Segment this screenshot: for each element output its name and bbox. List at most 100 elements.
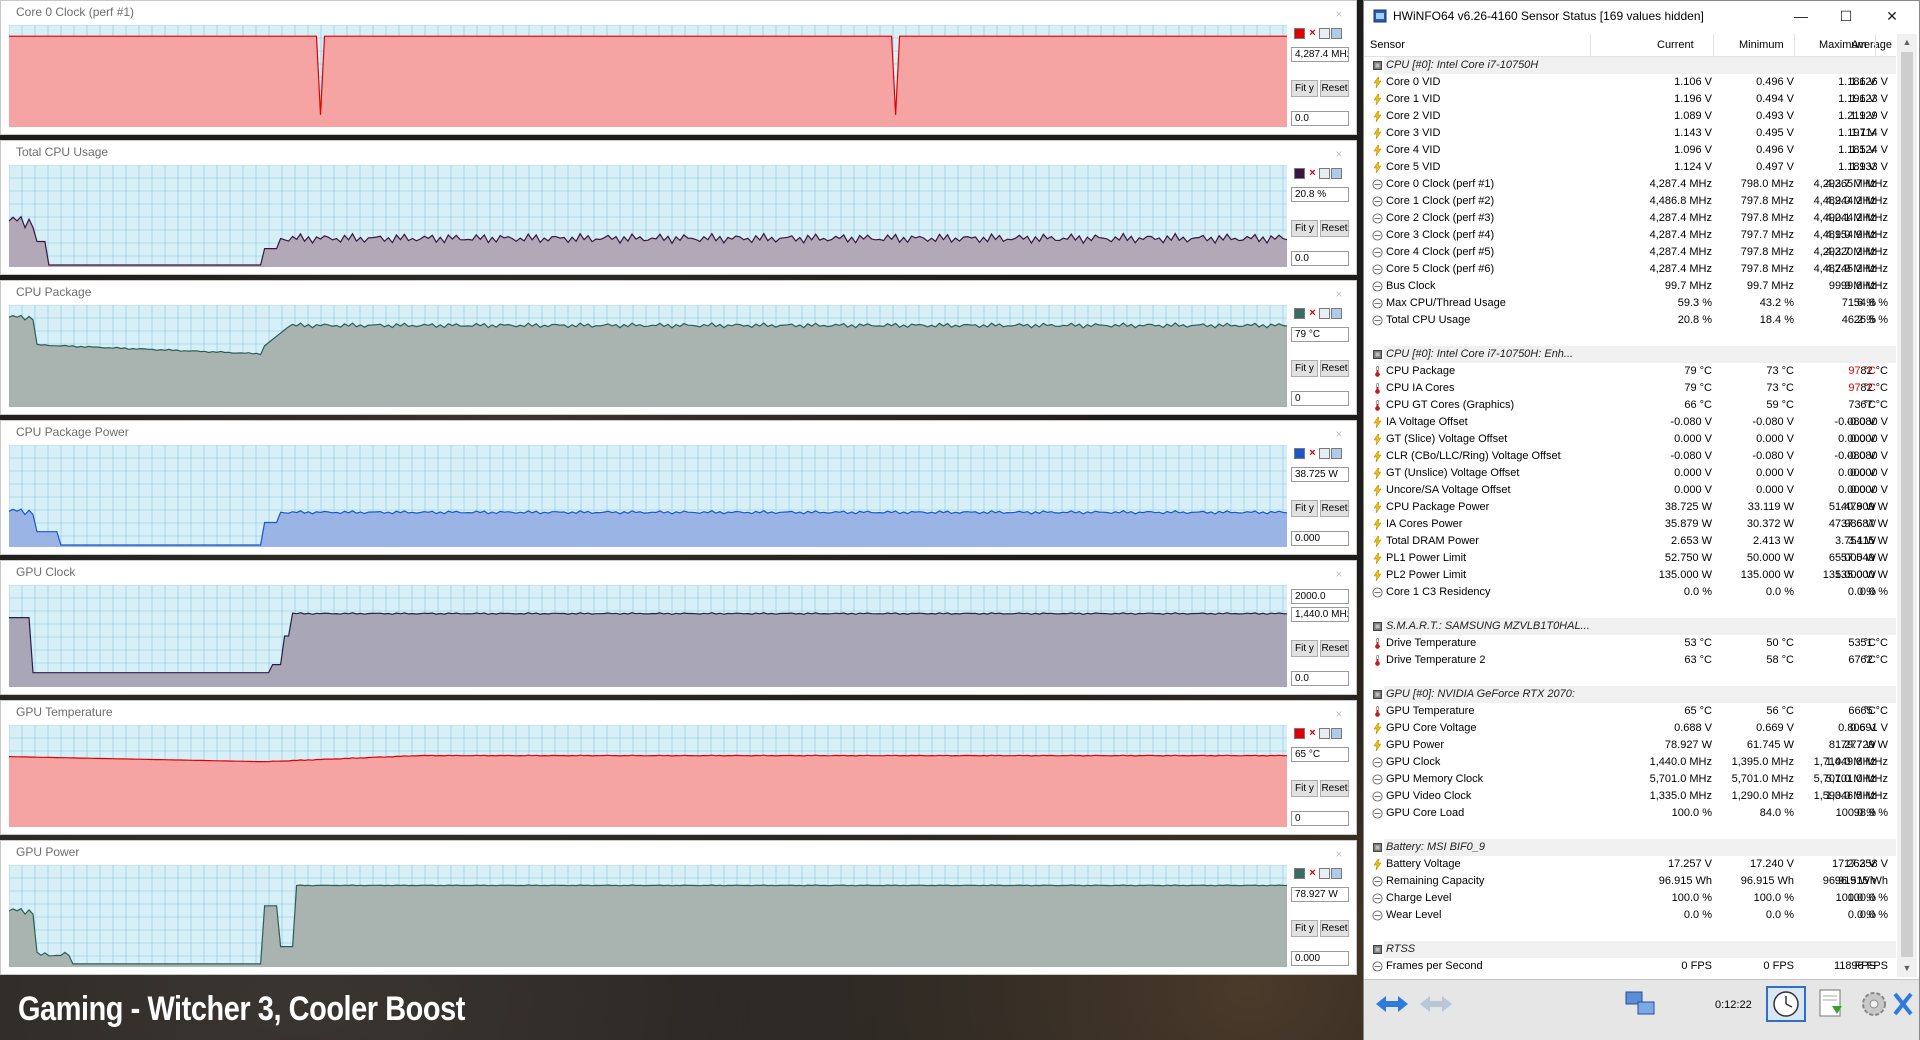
sensor-row[interactable]: Charge Level 100.0 % 100.0 % 100.0 % 100.0 % <box>1364 890 1896 907</box>
close-icon[interactable]: × <box>1332 7 1346 21</box>
graph-window[interactable]: GPU Power × × 78.927 W Fit y Reset 0.000 <box>0 840 1357 975</box>
navigate-arrows-icon[interactable] <box>1372 986 1412 1022</box>
remove-series-icon[interactable]: × <box>1307 308 1318 319</box>
col-minimum[interactable]: Minimum <box>1739 39 1784 51</box>
sensor-row[interactable]: GPU Memory Clock 5,701.0 MHz 5,701.0 MHz 5,… <box>1364 771 1896 788</box>
col-sensor[interactable]: Sensor <box>1370 39 1405 51</box>
min-value-field[interactable]: 0.0 <box>1291 251 1349 266</box>
scroll-up-arrow-icon[interactable]: ▲ <box>1897 34 1917 51</box>
sensor-row[interactable]: GT (Slice) Voltage Offset 0.000 V 0.000 V 0… <box>1364 431 1896 448</box>
background-color-swatch[interactable] <box>1319 448 1330 459</box>
grid-color-swatch[interactable] <box>1331 728 1342 739</box>
max-value-field[interactable]: 2000.0 <box>1291 589 1349 604</box>
sensor-row[interactable]: Drive Temperature 2 63 °C 58 °C 67 °C 62 °C <box>1364 652 1896 669</box>
close-icon[interactable]: × <box>1332 427 1346 441</box>
close-button[interactable]: ✕ <box>1870 5 1914 27</box>
grid-color-swatch[interactable] <box>1331 168 1342 179</box>
background-color-swatch[interactable] <box>1319 728 1330 739</box>
sensor-row[interactable]: Core 0 VID 1.106 V 0.496 V 1.186 V 1.126 V <box>1364 74 1896 91</box>
background-color-swatch[interactable] <box>1319 28 1330 39</box>
background-color-swatch[interactable] <box>1319 868 1330 879</box>
graph-plot[interactable] <box>9 865 1287 967</box>
scroll-thumb[interactable] <box>1901 52 1913 957</box>
graph-plot[interactable] <box>9 25 1287 127</box>
grid-color-swatch[interactable] <box>1331 868 1342 879</box>
sensor-row[interactable]: Core 4 Clock (perf #5) 4,287.4 MHz 797.8 M… <box>1364 244 1896 261</box>
remove-series-icon[interactable]: × <box>1307 868 1318 879</box>
report-icon[interactable] <box>1810 986 1850 1022</box>
graph-plot[interactable] <box>9 165 1287 267</box>
sensor-row[interactable]: PL2 Power Limit 135.000 W 135.000 W 135.000… <box>1364 567 1896 584</box>
series-color-swatch[interactable] <box>1294 308 1305 319</box>
reset-button[interactable]: Reset <box>1320 220 1349 237</box>
reset-button[interactable]: Reset <box>1320 360 1349 377</box>
fit-y-button[interactable]: Fit y <box>1291 500 1318 517</box>
minimize-button[interactable]: — <box>1779 5 1823 27</box>
sensor-row[interactable]: GPU Power 78.927 W 61.745 W 81.277 W 79.729 … <box>1364 737 1896 754</box>
sensor-group-header[interactable]: Battery: MSI BIF0_9 <box>1364 839 1896 856</box>
reset-button[interactable]: Reset <box>1320 640 1349 657</box>
series-color-swatch[interactable] <box>1294 168 1305 179</box>
sensor-row[interactable]: Core 4 VID 1.096 V 0.496 V 1.185 V 1.124 V <box>1364 142 1896 159</box>
grid-color-swatch[interactable] <box>1331 308 1342 319</box>
sensor-row[interactable]: Max CPU/Thread Usage 59.3 % 43.2 % 71.6 % 54… <box>1364 295 1896 312</box>
min-value-field[interactable]: 0 <box>1291 391 1349 406</box>
sensor-row[interactable]: CPU Package 79 °C 73 °C 97 °C 82 °C <box>1364 363 1896 380</box>
grid-color-swatch[interactable] <box>1331 448 1342 459</box>
sensor-row[interactable]: Total CPU Usage 20.8 % 18.4 % 46.2 % 26.5 % <box>1364 312 1896 329</box>
sensor-row[interactable]: GT (Unslice) Voltage Offset 0.000 V 0.000 … <box>1364 465 1896 482</box>
sensor-row[interactable]: Wear Level 0.0 % 0.0 % 0.0 % 0.0 % <box>1364 907 1896 924</box>
sensor-row[interactable]: GPU Video Clock 1,335.0 MHz 1,290.0 MHz 1,5… <box>1364 788 1896 805</box>
sensor-row[interactable]: GPU Temperature 65 °C 56 °C 66 °C 65 °C <box>1364 703 1896 720</box>
series-color-swatch[interactable] <box>1294 28 1305 39</box>
title-bar[interactable]: HWiNFO64 v6.26-4160 Sensor Status [169 v… <box>1364 1 1919 32</box>
fit-y-button[interactable]: Fit y <box>1291 360 1318 377</box>
close-icon[interactable]: × <box>1332 567 1346 581</box>
sensor-group-header[interactable]: CPU [#0]: Intel Core i7-10750H: Enh... <box>1364 346 1896 363</box>
sensor-row[interactable]: Core 0 Clock (perf #1) 4,287.4 MHz 798.0 M… <box>1364 176 1896 193</box>
remove-series-icon[interactable]: × <box>1307 448 1318 459</box>
series-color-swatch[interactable] <box>1294 868 1305 879</box>
sensor-row[interactable]: CPU GT Cores (Graphics) 66 °C 59 °C 73 °C 67… <box>1364 397 1896 414</box>
vertical-scrollbar[interactable]: ▲ ▼ <box>1897 34 1917 977</box>
sensor-row[interactable]: Frames per Second 0 FPS 0 FPS 118 FPS 96 FPS <box>1364 958 1896 975</box>
sensor-row[interactable]: Battery Voltage 17.257 V 17.240 V 17.263 V1… <box>1364 856 1896 873</box>
grid-color-swatch[interactable] <box>1331 28 1342 39</box>
sensor-row[interactable]: IA Cores Power 35.879 W 30.372 W 47.986 W 37… <box>1364 516 1896 533</box>
sensor-row[interactable]: GPU Core Voltage 0.688 V 0.669 V 0.806 V 0.6… <box>1364 720 1896 737</box>
sensor-row[interactable]: Remaining Capacity 96.915 Wh 96.915 Wh 96.9… <box>1364 873 1896 890</box>
reset-button[interactable]: Reset <box>1320 500 1349 517</box>
min-value-field[interactable]: 0.0 <box>1291 111 1349 126</box>
sensor-row[interactable]: Drive Temperature 53 °C 50 °C 53 °C 51 °C <box>1364 635 1896 652</box>
min-value-field[interactable]: 0.000 <box>1291 531 1349 546</box>
reset-button[interactable]: Reset <box>1320 920 1349 937</box>
series-color-swatch[interactable] <box>1294 728 1305 739</box>
sensor-row[interactable]: Core 1 VID 1.196 V 0.494 V 1.196 V 1.123 V <box>1364 91 1896 108</box>
min-value-field[interactable]: 0 <box>1291 811 1349 826</box>
exit-icon[interactable] <box>1890 986 1916 1022</box>
close-icon[interactable]: × <box>1332 147 1346 161</box>
close-icon[interactable]: × <box>1332 707 1346 721</box>
sensor-row[interactable]: Core 5 Clock (perf #6) 4,287.4 MHz 797.8 M… <box>1364 261 1896 278</box>
col-current[interactable]: Current <box>1657 39 1694 51</box>
sensor-row[interactable]: Core 1 C3 Residency 0.0 % 0.0 % 0.0 % 0.0 % <box>1364 584 1896 601</box>
settings-gear-icon[interactable] <box>1854 986 1894 1022</box>
fit-y-button[interactable]: Fit y <box>1291 640 1318 657</box>
navigate-arrows-disabled-icon[interactable] <box>1416 986 1456 1022</box>
reset-button[interactable]: Reset <box>1320 780 1349 797</box>
graph-window[interactable]: CPU Package Power × × 38.725 W Fit y Reset 0.0… <box>0 420 1357 555</box>
remove-series-icon[interactable]: × <box>1307 168 1318 179</box>
background-color-swatch[interactable] <box>1319 308 1330 319</box>
sensor-group-header[interactable]: S.M.A.R.T.: SAMSUNG MZVLB1T0HAL... <box>1364 618 1896 635</box>
reset-button[interactable]: Reset <box>1320 80 1349 97</box>
sensor-row[interactable]: IA Voltage Offset -0.080 V -0.080 V -0.080 … <box>1364 414 1896 431</box>
sensor-row[interactable]: Core 2 Clock (perf #3) 4,287.4 MHz 797.8 M… <box>1364 210 1896 227</box>
sensor-row[interactable]: Core 5 VID 1.124 V 0.497 V 1.189 V 1.133 V <box>1364 159 1896 176</box>
close-icon[interactable]: × <box>1332 847 1346 861</box>
min-value-field[interactable]: 0.0 <box>1291 671 1349 686</box>
sensor-group-header[interactable]: GPU [#0]: NVIDIA GeForce RTX 2070: <box>1364 686 1896 703</box>
sensor-row[interactable]: GPU Core Load 100.0 % 84.0 % 100.0 % 98.9 % <box>1364 805 1896 822</box>
sensor-row[interactable]: Bus Clock 99.7 MHz 99.7 MHz 99.9 MHz 99.8 MH… <box>1364 278 1896 295</box>
fit-y-button[interactable]: Fit y <box>1291 220 1318 237</box>
sensor-row[interactable]: CLR (CBo/LLC/Ring) Voltage Offset -0.080 … <box>1364 448 1896 465</box>
